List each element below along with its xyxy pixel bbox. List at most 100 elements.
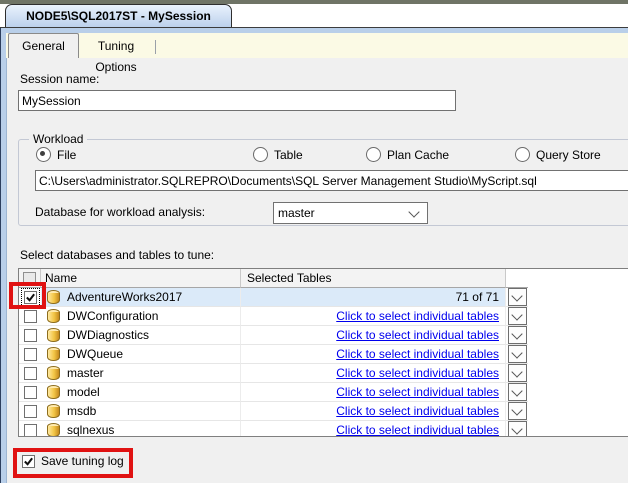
select-tables-link[interactable]: Click to select individual tables: [336, 309, 499, 323]
database-checkbox[interactable]: [23, 347, 37, 361]
chevron-down-icon: [408, 205, 420, 218]
radio-icon[interactable]: [253, 147, 268, 162]
database-checkbox[interactable]: [23, 404, 37, 418]
workload-radio-query-store[interactable]: Query Store: [515, 147, 601, 162]
tables-dropdown-button[interactable]: [507, 364, 527, 382]
database-checkbox[interactable]: [23, 309, 37, 323]
workload-file-path-input[interactable]: [35, 170, 628, 191]
tab-general[interactable]: General: [8, 33, 79, 58]
database-name-cell: master: [41, 364, 241, 383]
table-row[interactable]: msdb Click to select individual tables: [19, 402, 628, 421]
select-tables-link[interactable]: Click to select individual tables: [336, 385, 499, 399]
row-checkbox-cell[interactable]: [19, 383, 41, 402]
row-checkbox-cell[interactable]: [19, 364, 41, 383]
checkmark-icon: [24, 457, 33, 466]
database-name: msdb: [67, 404, 97, 418]
tables-dropdown-button[interactable]: [507, 345, 527, 363]
database-checkbox[interactable]: [20, 288, 40, 306]
select-tables-link[interactable]: Click to select individual tables: [336, 404, 499, 418]
checkmark-icon: [25, 293, 35, 302]
window-left-border-inner: [1, 33, 7, 483]
row-dropdown-cell: [506, 307, 528, 326]
tables-dropdown-button[interactable]: [507, 307, 527, 325]
row-dropdown-cell: [506, 421, 528, 436]
row-empty-space: [528, 421, 628, 436]
chevron-down-icon: [511, 308, 523, 321]
save-tuning-log-label: Save tuning log: [41, 454, 124, 468]
selected-tables-cell: Click to select individual tables: [241, 307, 506, 326]
select-all-checkbox[interactable]: [23, 271, 36, 285]
selected-tables-cell: 71 of 71: [241, 288, 506, 307]
tables-dropdown-button[interactable]: [507, 326, 527, 344]
header-select-all-cell[interactable]: [19, 269, 41, 288]
workload-radio-file[interactable]: File: [36, 147, 76, 162]
table-row[interactable]: model Click to select individual tables: [19, 383, 628, 402]
database-icon: [47, 289, 60, 305]
table-row[interactable]: AdventureWorks2017 71 of 71: [19, 288, 628, 307]
table-row[interactable]: master Click to select individual tables: [19, 364, 628, 383]
database-name-cell: DWConfiguration: [41, 307, 241, 326]
row-empty-space: [528, 288, 628, 307]
row-empty-space: [528, 307, 628, 326]
tab-tuning-options[interactable]: Tuning Options: [78, 36, 154, 74]
radio-icon[interactable]: [366, 147, 381, 162]
database-name: DWDiagnostics: [67, 328, 150, 342]
row-empty-space: [528, 364, 628, 383]
database-checkbox[interactable]: [23, 366, 37, 380]
row-checkbox-cell[interactable]: [19, 307, 41, 326]
row-checkbox-cell[interactable]: [19, 402, 41, 421]
radio-icon[interactable]: [36, 147, 51, 162]
tables-dropdown-button[interactable]: [507, 402, 527, 420]
radio-icon[interactable]: [515, 147, 530, 162]
row-dropdown-cell: [506, 383, 528, 402]
header-dropdown-spacer: [506, 269, 528, 288]
document-tab-bar: NODE5\SQL2017ST - MySession: [0, 4, 628, 27]
database-icon: [47, 308, 60, 324]
header-name[interactable]: Name: [41, 269, 241, 288]
workload-radio-plan-cache[interactable]: Plan Cache: [366, 147, 449, 162]
workload-radio-table[interactable]: Table: [253, 147, 303, 162]
row-checkbox-cell[interactable]: [19, 345, 41, 364]
session-name-label: Session name:: [20, 72, 100, 86]
table-row[interactable]: DWDiagnostics Click to select individual…: [19, 326, 628, 345]
database-name-cell: msdb: [41, 402, 241, 421]
row-dropdown-cell: [506, 402, 528, 421]
row-empty-space: [528, 383, 628, 402]
radio-label: Table: [274, 147, 303, 162]
tables-dropdown-button[interactable]: [507, 288, 527, 306]
row-checkbox-cell[interactable]: [19, 288, 41, 307]
table-row[interactable]: sqlnexus Click to select individual tabl…: [19, 421, 628, 437]
tables-dropdown-button[interactable]: [507, 421, 527, 436]
select-databases-label: Select databases and tables to tune:: [20, 248, 215, 262]
table-row[interactable]: DWConfiguration Click to select individu…: [19, 307, 628, 326]
select-tables-link[interactable]: Click to select individual tables: [336, 347, 499, 361]
db-table-rows: AdventureWorks2017 71 of 71 DWConfigurat…: [19, 288, 628, 437]
row-empty-space: [528, 326, 628, 345]
chevron-down-icon: [511, 289, 523, 302]
database-name: sqlnexus: [67, 423, 115, 437]
database-icon: [47, 384, 60, 400]
database-checkbox[interactable]: [23, 328, 37, 342]
row-dropdown-cell: [506, 345, 528, 364]
table-row[interactable]: DWQueue Click to select individual table…: [19, 345, 628, 364]
session-document-tab[interactable]: NODE5\SQL2017ST - MySession: [5, 4, 232, 27]
selected-tables-cell: Click to select individual tables: [241, 402, 506, 421]
database-analysis-value: master: [278, 206, 315, 220]
select-tables-link[interactable]: Click to select individual tables: [336, 423, 499, 436]
table-header-row: Name Selected Tables: [19, 269, 628, 288]
selected-tables-cell: Click to select individual tables: [241, 383, 506, 402]
database-analysis-combobox[interactable]: master: [273, 202, 428, 224]
session-name-input[interactable]: [18, 90, 456, 111]
database-name-cell: DWDiagnostics: [41, 326, 241, 345]
header-selected-tables[interactable]: Selected Tables: [241, 269, 506, 288]
database-checkbox[interactable]: [23, 423, 37, 436]
select-tables-link[interactable]: Click to select individual tables: [336, 328, 499, 342]
row-checkbox-cell[interactable]: [19, 326, 41, 345]
save-tuning-log-checkbox[interactable]: [22, 454, 35, 468]
row-checkbox-cell[interactable]: [19, 421, 41, 436]
header-empty-space: [528, 269, 628, 288]
database-checkbox[interactable]: [23, 385, 37, 399]
select-tables-link[interactable]: Click to select individual tables: [336, 366, 499, 380]
tables-dropdown-button[interactable]: [507, 383, 527, 401]
database-name-cell: sqlnexus: [41, 421, 241, 437]
